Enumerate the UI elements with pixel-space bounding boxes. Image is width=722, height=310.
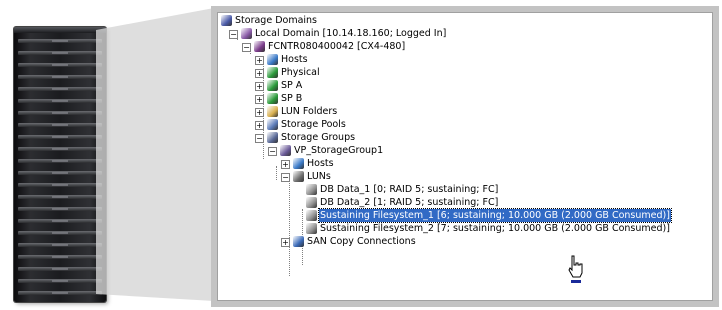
physical-icon [267, 67, 278, 78]
collapse-toggle[interactable]: − [255, 134, 264, 143]
expand-toggle[interactable]: + [255, 56, 264, 65]
expand-toggle[interactable]: + [255, 69, 264, 78]
collapse-toggle[interactable]: − [281, 173, 290, 182]
storage-groups-icon [267, 132, 278, 143]
hosts-icon [293, 158, 304, 169]
sp-icon [267, 93, 278, 104]
sp-icon [267, 80, 278, 91]
expand-toggle[interactable]: + [255, 121, 264, 130]
thin-lun-icon [306, 223, 317, 234]
storage-domains-icon [221, 15, 232, 26]
folder-icon [267, 106, 278, 117]
expand-toggle[interactable]: + [281, 238, 290, 247]
lun-icon [306, 184, 317, 195]
expand-toggle[interactable]: + [255, 95, 264, 104]
expand-toggle[interactable]: + [255, 108, 264, 117]
expand-toggle[interactable]: + [255, 82, 264, 91]
thin-lun-icon [306, 210, 317, 221]
storage-pools-icon [267, 119, 278, 130]
storage-group-icon [280, 145, 291, 156]
lun-icon [306, 197, 317, 208]
san-copy-icon [293, 236, 304, 247]
collapse-toggle[interactable]: − [229, 30, 238, 39]
collapse-toggle[interactable]: − [268, 147, 277, 156]
storage-system-icon [254, 41, 265, 52]
navigation-tree-panel: Storage Domains − Local Domain [10.14.18… [211, 6, 719, 307]
expand-toggle[interactable]: + [281, 160, 290, 169]
hosts-icon [267, 54, 278, 65]
selected-node-label: Sustaining Filesystem_1 [6; sustaining; … [318, 208, 672, 223]
luns-icon [293, 171, 304, 182]
local-domain-icon [241, 28, 252, 39]
collapse-toggle[interactable]: − [242, 43, 251, 52]
hand-cursor-icon [568, 255, 583, 283]
